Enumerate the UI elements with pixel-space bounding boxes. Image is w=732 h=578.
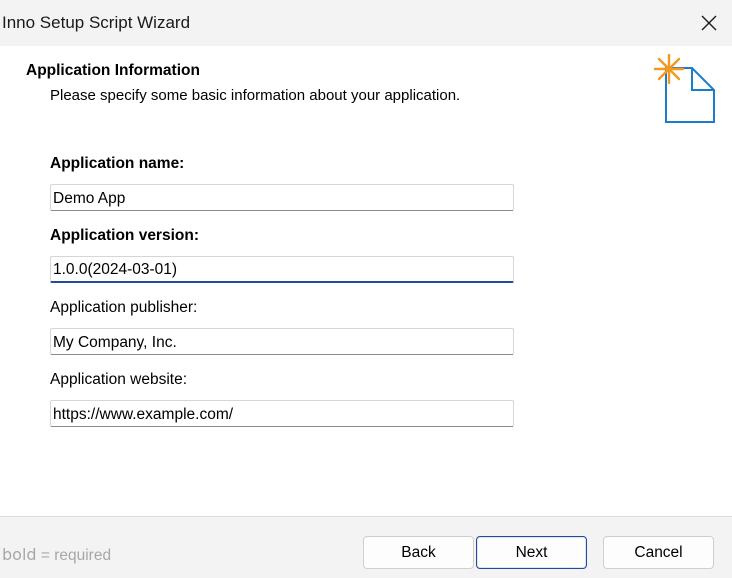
app-version-label: Application version:: [50, 227, 199, 244]
next-button[interactable]: Next: [476, 536, 587, 569]
page-subtitle: Please specify some basic information ab…: [50, 87, 461, 104]
footer: bold = required Back Next Cancel: [0, 517, 732, 578]
page-title: Application Information: [26, 62, 200, 79]
required-hint-bold: bold: [2, 545, 37, 564]
required-hint: bold = required: [2, 545, 111, 565]
title-bar: Inno Setup Script Wizard: [0, 0, 732, 46]
close-icon: [701, 15, 717, 31]
new-document-icon: [653, 54, 715, 123]
app-name-input[interactable]: [50, 184, 514, 211]
app-publisher-label: Application publisher:: [50, 299, 198, 316]
app-publisher-input[interactable]: [50, 328, 514, 355]
close-button[interactable]: [686, 0, 732, 46]
app-name-label: Application name:: [50, 155, 185, 172]
app-website-label: Application website:: [50, 371, 187, 388]
window-title: Inno Setup Script Wizard: [2, 13, 191, 32]
app-website-input[interactable]: [50, 400, 514, 427]
header-panel: Application Information Please specify s…: [0, 46, 732, 130]
app-version-input[interactable]: [50, 256, 514, 283]
cancel-button[interactable]: Cancel: [603, 536, 714, 569]
back-button[interactable]: Back: [363, 536, 474, 569]
required-hint-text: = required: [36, 547, 112, 564]
